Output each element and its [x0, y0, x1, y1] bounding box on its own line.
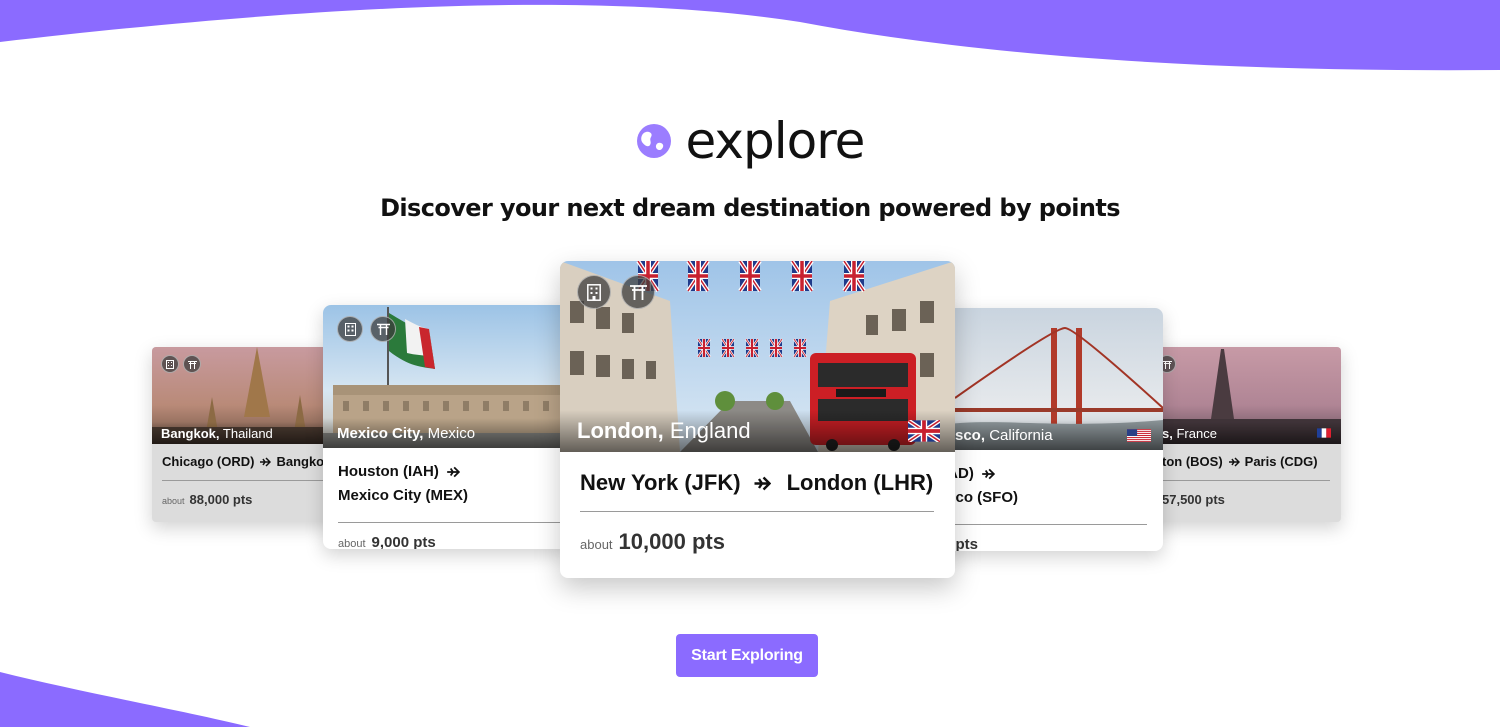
card-region: Thailand — [222, 425, 273, 441]
price-points: 9,000 pts — [371, 534, 436, 549]
price-prefix: about — [162, 496, 185, 506]
card-price: about 9,000 pts — [338, 534, 556, 549]
plane-icon — [446, 466, 460, 478]
landmark-icon — [621, 275, 655, 309]
brand-logo: explore — [0, 112, 1500, 170]
bottom-wave-decoration — [0, 672, 250, 727]
card-caption: s, France — [1140, 422, 1341, 444]
card-region: France — [1176, 425, 1217, 441]
landmark-icon — [370, 316, 396, 342]
route-origin: Chicago (ORD) — [162, 454, 255, 469]
destination-card-london[interactable]: London, England New York (JFK) London (L… — [560, 261, 955, 578]
card-divider — [1162, 480, 1330, 481]
route-destination: isco (SFO) — [943, 489, 1019, 506]
destination-card-mexico-city[interactable]: Mexico City, Mexico Houston (IAH) Mexico… — [323, 305, 571, 549]
card-region: Mexico — [427, 424, 476, 442]
card-divider — [943, 524, 1147, 525]
card-city: Mexico City, — [337, 424, 424, 442]
card-route: IAD) isco (SFO) — [943, 462, 1148, 510]
card-city: s, — [1162, 425, 1173, 441]
destination-card-paris[interactable]: s, France ton (BOS) Paris (CDG) 57,500 p… — [1140, 347, 1341, 522]
card-city: London, — [577, 418, 664, 443]
landmark-icon — [183, 355, 201, 373]
card-caption: Mexico City, Mexico — [323, 418, 571, 448]
top-wave-decoration — [0, 0, 1500, 71]
card-caption: Bangkok, Thailand — [152, 422, 352, 444]
destination-card-san-francisco[interactable]: sco, California IAD) isco (SFO) 0 pts — [935, 308, 1163, 551]
price-prefix: about — [338, 538, 366, 549]
plane-icon — [754, 476, 771, 490]
card-caption: London, England — [560, 410, 955, 452]
price-points: 10,000 pts — [618, 529, 725, 554]
card-route: Chicago (ORD) Bangkok — [162, 454, 342, 469]
card-route: ton (BOS) Paris (CDG) — [1150, 454, 1331, 469]
card-price: about 88,000 pts — [162, 492, 342, 507]
price-points: 57,500 pts — [1162, 492, 1225, 507]
hotel-icon — [161, 355, 179, 373]
destination-card-bangkok[interactable]: Bangkok, Thailand Chicago (ORD) Bangkok … — [152, 347, 352, 522]
card-divider — [338, 522, 562, 523]
page-tagline: Discover your next dream destination pow… — [380, 194, 1120, 222]
uk-flag-icon — [908, 420, 940, 442]
route-destination: London (LHR) — [786, 470, 934, 495]
card-city: Bangkok, — [161, 425, 220, 441]
hotel-icon — [337, 316, 363, 342]
card-city: sco, — [955, 426, 986, 444]
route-destination: Mexico City (MEX) — [338, 487, 469, 504]
route-origin: ton (BOS) — [1162, 454, 1223, 469]
start-exploring-button[interactable]: Start Exploring — [676, 634, 818, 677]
route-origin: Houston (IAH) — [338, 463, 439, 480]
plane-icon — [260, 456, 272, 467]
card-route: Houston (IAH) Mexico City (MEX) — [338, 460, 556, 508]
card-region: California — [989, 426, 1053, 444]
france-flag-icon — [1317, 428, 1331, 438]
card-route: New York (JFK) London (LHR) — [580, 470, 935, 496]
brand-name: explore — [685, 112, 866, 170]
price-prefix: about — [580, 537, 613, 552]
route-origin: New York (JFK) — [580, 470, 741, 495]
plane-icon — [981, 468, 995, 480]
price-points: 88,000 pts — [189, 492, 253, 507]
card-divider — [162, 480, 337, 481]
globe-icon — [636, 124, 671, 158]
card-amenity-icons — [161, 355, 201, 373]
card-price: 0 pts — [943, 536, 1148, 551]
card-price: about 10,000 pts — [580, 529, 935, 555]
card-price: 57,500 pts — [1162, 492, 1331, 507]
card-region: England — [669, 418, 751, 443]
card-caption: sco, California — [935, 420, 1163, 450]
route-destination: Paris (CDG) — [1244, 454, 1318, 469]
hotel-icon — [577, 275, 611, 309]
plane-icon — [1228, 456, 1240, 467]
card-amenity-icons — [577, 275, 655, 309]
card-amenity-icons — [337, 316, 396, 342]
us-flag-icon — [1127, 428, 1151, 442]
card-divider — [580, 511, 934, 512]
